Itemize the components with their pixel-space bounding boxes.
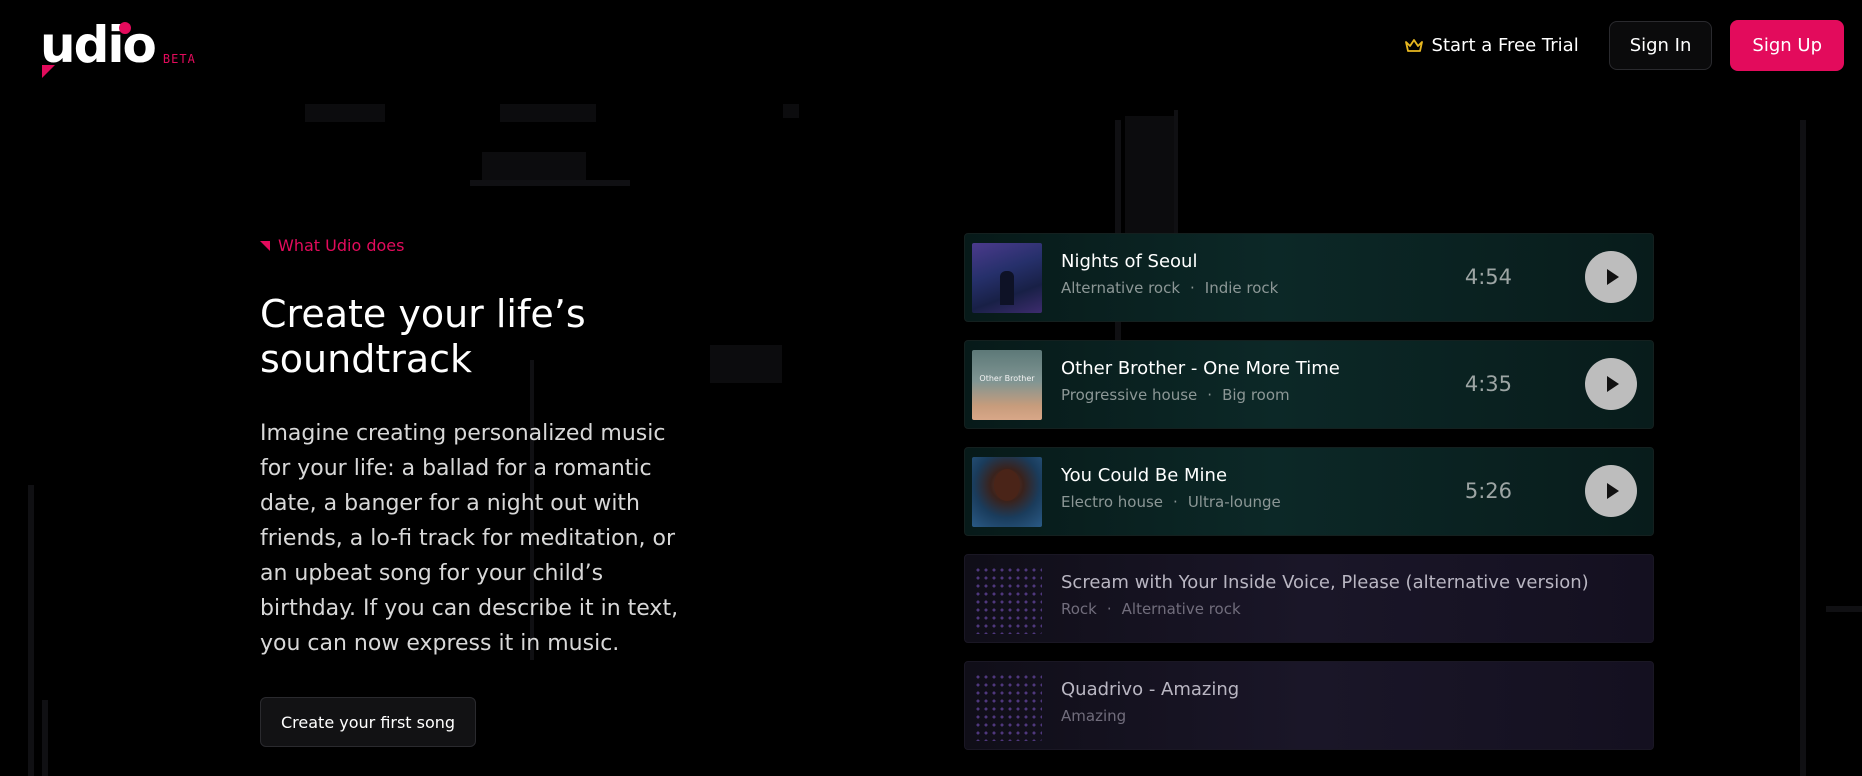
- album-art-placeholder: [972, 671, 1042, 741]
- logo-dot: [119, 22, 131, 34]
- track-title: You Could Be Mine: [1061, 465, 1228, 486]
- genre-tag: Electro house: [1061, 493, 1164, 511]
- genre-tag: Progressive house: [1061, 386, 1198, 404]
- bg-block: [500, 104, 596, 122]
- trial-label: Start a Free Trial: [1431, 35, 1579, 56]
- track-genres: Electro house · Ultra-lounge: [1061, 493, 1281, 511]
- track-list: Nights of Seoul Alternative rock · Indie r…: [964, 233, 1654, 768]
- album-art: Other Brother: [972, 350, 1042, 420]
- bg-block: [1125, 116, 1177, 246]
- genre-tag: Rock: [1061, 600, 1097, 618]
- track-genres: Alternative rock · Indie rock: [1061, 279, 1278, 297]
- eyebrow: What Udio does: [260, 236, 404, 255]
- track-genres: Rock · Alternative rock: [1061, 600, 1241, 618]
- track-genres: Progressive house · Big room: [1061, 386, 1290, 404]
- play-button[interactable]: [1585, 358, 1637, 410]
- page-title: Create your life’s soundtrack: [260, 292, 586, 381]
- bg-line: [42, 700, 48, 776]
- track-title: Nights of Seoul: [1061, 251, 1198, 272]
- track-row[interactable]: Other Brother Other Brother - One More T…: [964, 340, 1654, 429]
- sign-in-button[interactable]: Sign In: [1608, 21, 1713, 70]
- logo-triangle: [42, 65, 55, 78]
- top-nav: Start a Free Trial Sign In Sign Up: [1404, 20, 1844, 71]
- create-first-song-button[interactable]: Create your first song: [260, 697, 477, 747]
- track-row[interactable]: Scream with Your Inside Voice, Please (a…: [964, 554, 1654, 643]
- eyebrow-label: What Udio does: [278, 236, 405, 255]
- track-title: Scream with Your Inside Voice, Please (a…: [1061, 572, 1589, 593]
- genre-tag: Big room: [1222, 386, 1290, 404]
- genre-tag: Indie rock: [1204, 279, 1279, 297]
- bg-line: [1800, 120, 1806, 776]
- bg-line: [1826, 606, 1862, 612]
- album-art-text: Other Brother: [979, 374, 1035, 383]
- genre-separator: ·: [1207, 386, 1213, 404]
- album-art: [972, 243, 1042, 313]
- bg-line: [470, 180, 630, 186]
- play-icon: [1607, 483, 1619, 499]
- track-row[interactable]: Nights of Seoul Alternative rock · Indie r…: [964, 233, 1654, 322]
- track-genres: Amazing: [1061, 707, 1126, 725]
- start-free-trial-link[interactable]: Start a Free Trial: [1404, 35, 1579, 56]
- track-duration: 4:35: [1464, 372, 1512, 396]
- crown-icon: [1404, 38, 1423, 52]
- genre-tag: Alternative rock: [1061, 279, 1181, 297]
- bg-block: [710, 345, 782, 383]
- play-button[interactable]: [1585, 465, 1637, 517]
- track-row[interactable]: Quadrivo - Amazing Amazing: [964, 661, 1654, 750]
- genre-tag: Ultra-lounge: [1187, 493, 1281, 511]
- genre-separator: ·: [1106, 600, 1112, 618]
- eyebrow-triangle-icon: [260, 240, 270, 251]
- track-row[interactable]: You Could Be Mine Electro house · Ultra-lo…: [964, 447, 1654, 536]
- track-duration: 4:54: [1464, 265, 1512, 289]
- album-art: [972, 457, 1042, 527]
- logo-wordmark: udio: [40, 16, 157, 74]
- genre-separator: ·: [1173, 493, 1178, 511]
- hero-description: Imagine creating personalized music for …: [260, 421, 679, 656]
- bg-block: [482, 152, 586, 180]
- track-duration: 5:26: [1464, 479, 1512, 503]
- udio-logo[interactable]: udio BETA: [40, 16, 196, 78]
- bg-line: [28, 485, 34, 776]
- play-button[interactable]: [1585, 251, 1637, 303]
- track-title: Other Brother - One More Time: [1061, 358, 1340, 379]
- track-title: Quadrivo - Amazing: [1061, 679, 1240, 700]
- genre-tag: Amazing: [1061, 707, 1127, 725]
- sign-up-button[interactable]: Sign Up: [1730, 20, 1844, 71]
- bg-block: [305, 104, 385, 122]
- bg-block: [783, 104, 799, 118]
- play-icon: [1607, 269, 1619, 285]
- beta-badge: BETA: [162, 52, 196, 66]
- genre-tag: Alternative rock: [1121, 600, 1241, 618]
- play-icon: [1607, 376, 1619, 392]
- genre-separator: ·: [1190, 279, 1195, 297]
- album-art-placeholder: [972, 564, 1042, 634]
